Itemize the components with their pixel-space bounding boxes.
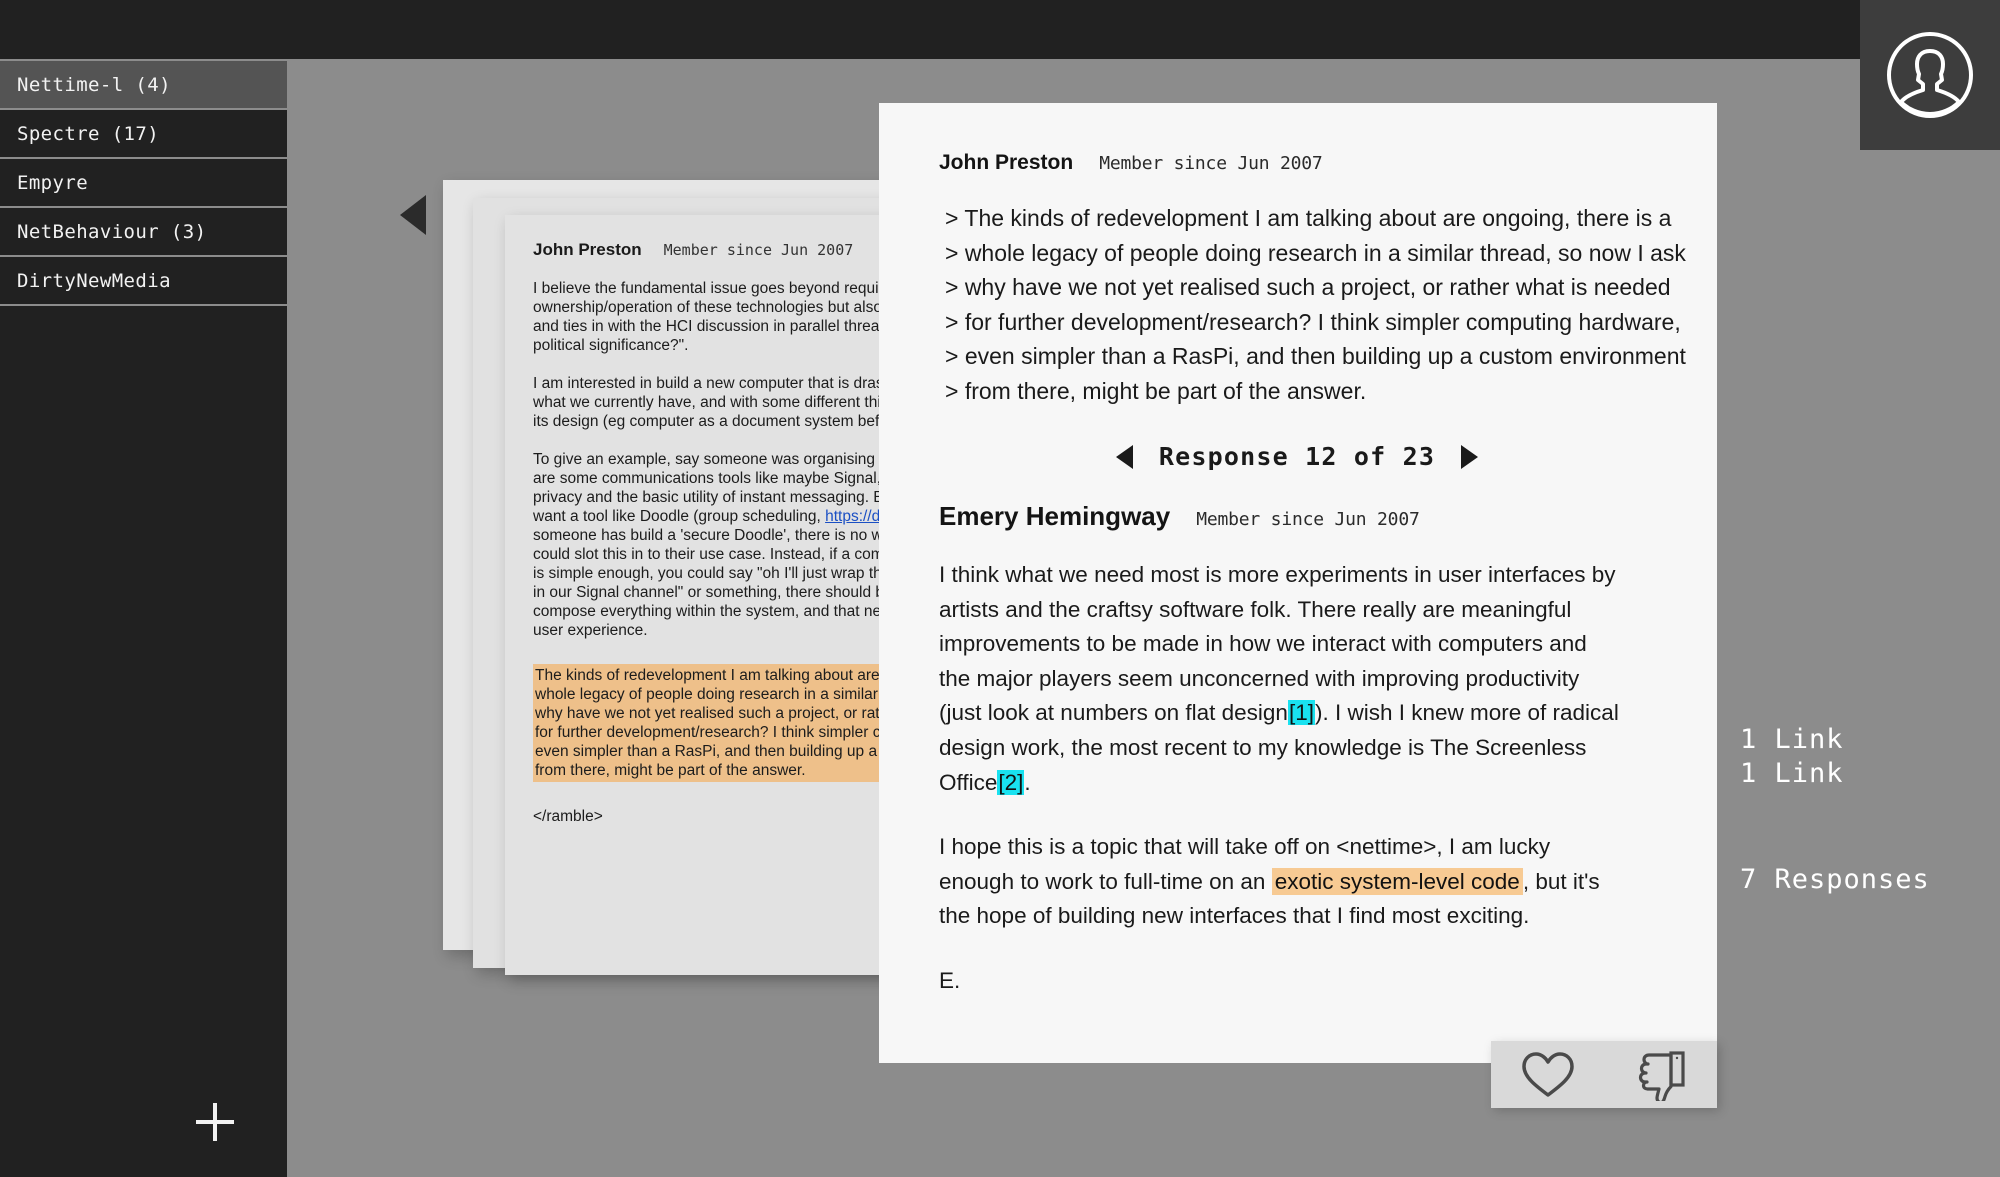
quote-line: > even simpler than a RasPi, and then bu…	[945, 343, 1686, 369]
add-list-button[interactable]	[188, 1095, 242, 1149]
quote-line: > from there, might be part of the answe…	[945, 377, 1367, 404]
main-message-card[interactable]: John Preston Member since Jun 2007 > The…	[879, 103, 1717, 1063]
sidebar-item-label: DirtyNewMedia	[17, 269, 171, 292]
background-doc-member-since: Member since Jun 2007	[663, 241, 854, 259]
highlighted-phrase[interactable]: exotic system-level code	[1271, 867, 1523, 895]
quoted-text-block: > The kinds of redevelopment I am talkin…	[945, 201, 1686, 408]
responses-annotation[interactable]: 7 Responses	[1740, 863, 1980, 897]
previous-thread-arrow[interactable]	[400, 195, 426, 235]
reference-marker-1[interactable]: [1]	[1287, 700, 1315, 726]
quote-line: > for further development/research? I th…	[945, 308, 1681, 335]
quote-line: > whole legacy of people doing research …	[945, 239, 1686, 266]
next-response-button[interactable]	[1461, 444, 1479, 469]
link-annotation-2[interactable]: 1 Link	[1740, 757, 1980, 791]
response-navigation: Response 12 of 23	[939, 442, 1655, 471]
response-paragraph-2: I hope this is a topic that will take of…	[939, 830, 1619, 934]
background-doc-line-text: want a tool like Doodle (group schedulin…	[533, 508, 826, 525]
top-bar	[0, 0, 1861, 59]
plus-icon	[188, 1095, 242, 1149]
response-signoff: E.	[939, 967, 961, 993]
sidebar-item-netbehaviour[interactable]: NetBehaviour (3)	[0, 208, 287, 257]
sidebar-item-spectre[interactable]: Spectre (17)	[0, 110, 287, 159]
sidebar-item-label: Empyre	[17, 171, 89, 194]
thumbs-down-icon[interactable]	[1633, 1049, 1689, 1101]
sidebar-item-empyre[interactable]: Empyre	[0, 159, 287, 208]
background-doc-author: John Preston	[533, 240, 642, 259]
reaction-bar	[1491, 1041, 1717, 1108]
workspace-background: Nettime-l (4) Spectre (17) Empyre NetBeh…	[0, 0, 2000, 1177]
sidebar: Nettime-l (4) Spectre (17) Empyre NetBeh…	[0, 59, 287, 1177]
link-annotation-1[interactable]: 1 Link	[1740, 723, 1980, 757]
user-avatar-icon	[1884, 29, 1976, 121]
annotation-spacer	[1740, 791, 1980, 863]
response-header: Emery Hemingway Member since Jun 2007	[939, 501, 1655, 532]
heart-icon[interactable]	[1520, 1050, 1576, 1100]
reference-marker-2[interactable]: [2]	[997, 769, 1025, 795]
quote-line: > why have we not yet realised such a pr…	[945, 274, 1671, 300]
avatar-panel[interactable]	[1860, 0, 2000, 150]
quoted-author-name: John Preston	[939, 151, 1074, 174]
quoted-author-member-since: Member since Jun 2007	[1099, 153, 1323, 174]
response-paragraph-1: I think what we need most is more experi…	[939, 558, 1619, 800]
response-text: .	[1024, 769, 1031, 795]
quoted-message-header: John Preston Member since Jun 2007	[939, 151, 1655, 175]
sidebar-item-dirtynewmedia[interactable]: DirtyNewMedia	[0, 257, 287, 306]
response-author-member-since: Member since Jun 2007	[1196, 509, 1420, 530]
sidebar-item-nettime-l[interactable]: Nettime-l (4)	[0, 61, 287, 110]
previous-response-button[interactable]	[1115, 444, 1133, 469]
sidebar-item-label: Nettime-l (4)	[17, 73, 171, 96]
response-author-name: Emery Hemingway	[939, 501, 1171, 531]
sidebar-list: Nettime-l (4) Spectre (17) Empyre NetBeh…	[0, 59, 287, 306]
response-counter-label: Response 12 of 23	[1158, 442, 1436, 471]
annotation-column: 1 Link 1 Link 7 Responses	[1740, 723, 1980, 897]
quote-line: > The kinds of redevelopment I am talkin…	[945, 205, 1672, 231]
sidebar-item-label: Spectre (17)	[17, 122, 160, 145]
sidebar-item-label: NetBehaviour (3)	[17, 220, 207, 243]
